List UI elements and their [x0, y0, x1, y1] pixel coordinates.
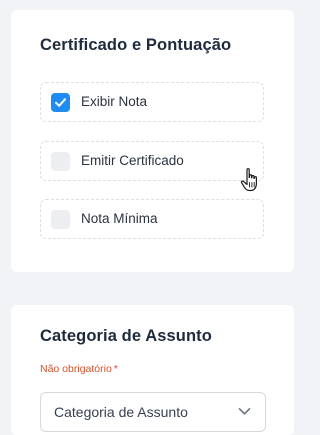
- checkbox-emitir-certificado[interactable]: [51, 152, 70, 171]
- category-select-value: Categoria de Assunto: [54, 404, 188, 420]
- checkbox-exibir-nota[interactable]: [51, 93, 70, 112]
- option-nota-minima[interactable]: Nota Mínima: [40, 199, 264, 239]
- option-exibir-nota[interactable]: Exibir Nota: [40, 82, 264, 122]
- option-label: Exibir Nota: [81, 94, 148, 109]
- checkbox-nota-minima[interactable]: [51, 210, 70, 229]
- hand-pointer-icon: [240, 168, 257, 192]
- checkmark-icon: [55, 98, 66, 107]
- option-label: Emitir Certificado: [81, 153, 184, 168]
- category-select[interactable]: Categoria de Assunto: [40, 392, 266, 432]
- required-marker: *: [113, 363, 118, 375]
- field-hint: Não obrigatório *: [40, 363, 118, 375]
- option-emitir-certificado[interactable]: Emitir Certificado: [40, 141, 264, 181]
- optional-label: Não obrigatório: [40, 363, 112, 375]
- category-card: Categoria de Assunto Não obrigatório * Ca…: [11, 305, 294, 435]
- chevron-down-icon[interactable]: [238, 407, 251, 416]
- certificate-card-title: Certificado e Pontuação: [40, 36, 232, 54]
- category-card-title: Categoria de Assunto: [40, 327, 212, 345]
- option-label: Nota Mínima: [81, 211, 158, 226]
- certificate-card: Certificado e Pontuação Exibir Nota Emit…: [11, 10, 294, 272]
